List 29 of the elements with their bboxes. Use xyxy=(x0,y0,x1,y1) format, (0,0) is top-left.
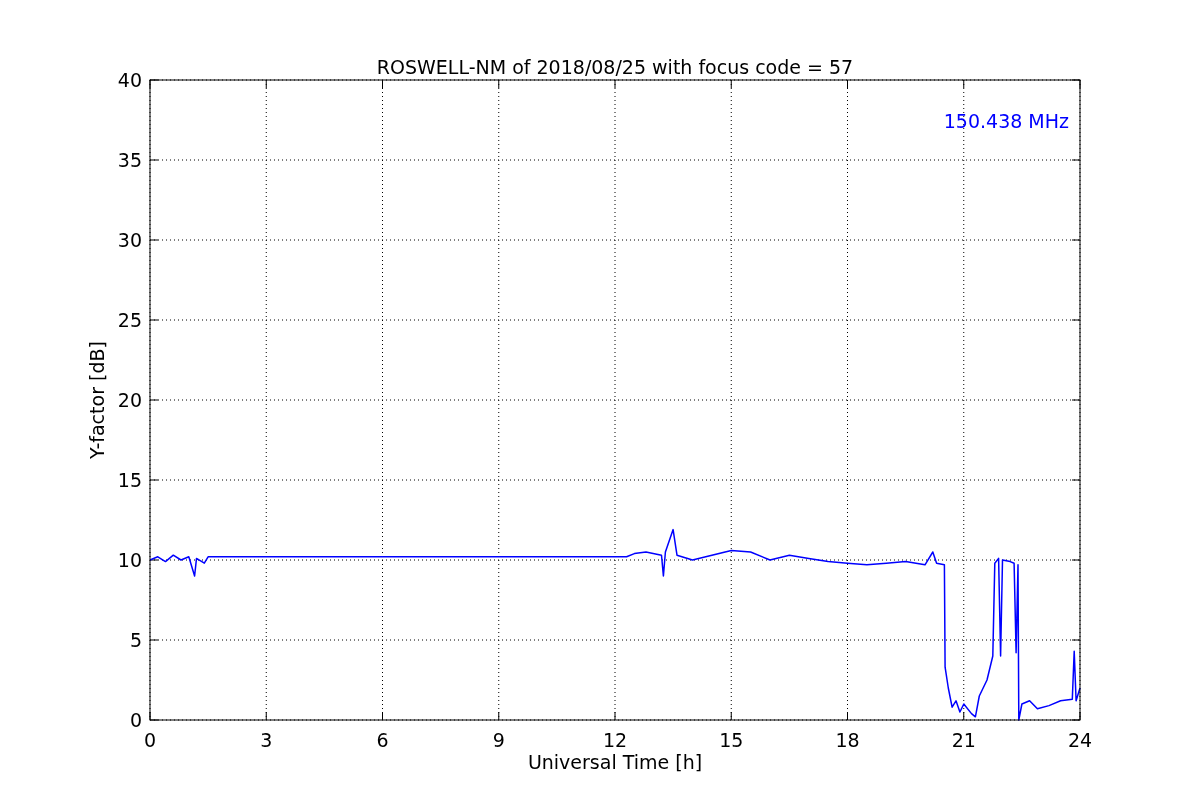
series-label: 150.438 MHz xyxy=(943,110,1069,132)
x-tick-label: 6 xyxy=(376,729,389,751)
y-tick-label: 25 xyxy=(117,309,142,331)
y-tick-label: 20 xyxy=(117,389,142,411)
chart-title: ROSWELL-NM of 2018/08/25 with focus code = 57 xyxy=(376,56,854,78)
y-axis-label: Y-factor [dB] xyxy=(86,341,108,459)
tick-mark xyxy=(963,711,965,721)
tick-mark xyxy=(382,711,383,721)
x-tick-label: 18 xyxy=(835,729,860,751)
x-tick-label: 12 xyxy=(602,729,628,751)
y-tick-label: 5 xyxy=(129,629,142,651)
x-tick-label: 9 xyxy=(492,729,505,751)
tick-mark xyxy=(265,711,267,721)
tick-mark xyxy=(730,711,732,721)
x-tick-label: 3 xyxy=(260,729,273,751)
tick-mark xyxy=(847,711,848,721)
x-tick-label: 0 xyxy=(143,729,157,751)
x-tick-label: 24 xyxy=(1067,729,1093,751)
x-tick-label: 21 xyxy=(951,729,976,751)
y-tick-label: 0 xyxy=(129,709,142,731)
x-tick-label: 15 xyxy=(719,729,744,751)
y-tick-label: 30 xyxy=(117,229,142,251)
y-tick-label: 40 xyxy=(117,69,142,91)
y-tick-label: 10 xyxy=(117,549,142,571)
tick-mark xyxy=(498,711,500,721)
tick-mark xyxy=(614,711,616,721)
x-axis-label: Universal Time [h] xyxy=(527,751,703,773)
y-tick-label: 35 xyxy=(117,149,142,171)
y-tick-label: 15 xyxy=(117,469,142,491)
